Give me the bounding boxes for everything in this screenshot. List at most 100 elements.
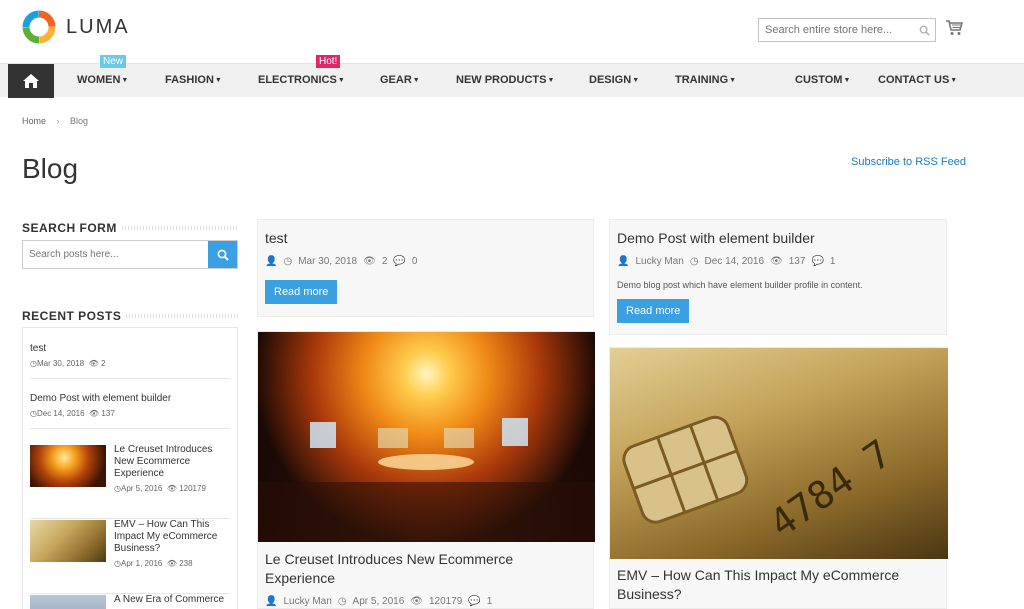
store-search-input[interactable] (759, 19, 913, 41)
post-excerpt: Demo blog post which have element builde… (617, 280, 863, 290)
nav-label: GEAR (380, 74, 412, 86)
recent-post-views: 137 (101, 409, 115, 418)
nav-item-gear[interactable]: GEAR▼ (380, 64, 420, 98)
concert-hall-illustration (258, 418, 595, 542)
nav-item-custom[interactable]: CUSTOM▼ (795, 64, 850, 98)
clock-icon: ◷ (30, 359, 37, 368)
brand-name: LUMA (66, 15, 130, 38)
eye-icon: 👁 (166, 484, 177, 493)
nav-label: CUSTOM (795, 74, 843, 86)
post-title[interactable]: Demo Post with element builder (617, 229, 939, 248)
recent-post-text: A New Era of Commerce (114, 594, 230, 606)
recent-post-meta: ◷Mar 30, 2018 👁 2 (30, 359, 230, 368)
recent-post-title[interactable]: Le Creuset Introduces New Ecommerce Expe… (114, 444, 230, 480)
post-thumbnail[interactable] (30, 595, 106, 609)
caret-down-icon: ▼ (214, 77, 222, 84)
divider (30, 378, 230, 379)
post-search (22, 240, 238, 269)
post-featured-image[interactable] (258, 332, 595, 542)
post-comments: 1 (829, 256, 836, 267)
clock-icon: ◷ (114, 484, 121, 493)
luma-logo-icon (22, 10, 56, 44)
list-item[interactable]: EMV – How Can This Impact My eCommerce B… (30, 519, 230, 594)
cart-icon[interactable] (945, 19, 963, 37)
list-item[interactable]: Le Creuset Introduces New Ecommerce Expe… (30, 444, 230, 519)
nav-item-design[interactable]: DESIGN▼ (589, 64, 639, 98)
post-card: Demo Post with element builder 👤 Lucky Ma… (609, 219, 947, 335)
logo[interactable]: LUMA (22, 10, 130, 44)
post-featured-image[interactable]: 4784 7 (610, 348, 948, 559)
list-item[interactable]: A New Era of Commerce (30, 594, 230, 609)
nav-label: FASHION (165, 74, 214, 86)
recent-post-title[interactable]: A New Era of Commerce (114, 594, 230, 606)
clock-icon: ◷ (114, 559, 121, 568)
nav-label: ELECTRONICS (258, 74, 337, 86)
recent-posts-list: test ◷Mar 30, 2018 👁 2 Demo Post with el… (22, 327, 238, 609)
post-views: 137 (788, 256, 806, 267)
nav-item-training[interactable]: TRAINING▼ (675, 64, 736, 98)
breadcrumb-home[interactable]: Home (22, 116, 46, 126)
list-item[interactable]: Demo Post with element builder ◷Dec 14, … (30, 393, 230, 429)
recent-post-date: Apr 5, 2016 (120, 484, 163, 493)
post-body: EMV – How Can This Impact My eCommerce B… (617, 566, 937, 604)
post-date: Apr 5, 2016 (352, 596, 405, 607)
post-comments: 1 (486, 596, 493, 607)
eye-icon: 👁 (363, 256, 376, 267)
recent-post-title[interactable]: EMV – How Can This Impact My eCommerce B… (114, 519, 230, 555)
page-title: Blog (22, 153, 79, 184)
nav-label: DESIGN (589, 74, 632, 86)
nav-item-fashion[interactable]: FASHION▼ (165, 64, 222, 98)
main-navigation: New WOMEN▼ FASHION▼ Hot! ELECTRONICS▼ GE… (0, 55, 1024, 98)
comment-icon: 💬 (468, 596, 481, 607)
recent-post-meta: ◷Apr 1, 2016 👁 238 (114, 559, 230, 568)
list-item[interactable]: test ◷Mar 30, 2018 👁 2 (30, 343, 230, 379)
breadcrumb-current: Blog (70, 116, 89, 126)
caret-down-icon: ▼ (843, 77, 851, 84)
post-meta: 👤 Lucky Man ◷ Dec 14, 2016 👁 137 💬 1 (617, 256, 939, 267)
caret-down-icon: ▼ (950, 77, 958, 84)
nav-item-women[interactable]: New WOMEN▼ (77, 55, 129, 98)
read-more-button[interactable]: Read more (617, 299, 690, 323)
credit-card-illustration: 4784 7 (622, 415, 899, 546)
post-thumbnail[interactable] (30, 520, 106, 562)
post-author[interactable]: Lucky Man (635, 256, 683, 267)
caret-down-icon: ▼ (121, 77, 129, 84)
heading-text: SEARCH FORM (22, 221, 117, 235)
post-title[interactable]: Le Creuset Introduces New Ecommerce Expe… (265, 550, 585, 588)
hot-badge: Hot! (316, 55, 341, 68)
comment-icon: 💬 (811, 256, 824, 267)
recent-posts-heading: RECENT POSTS (22, 309, 238, 323)
recent-post-title[interactable]: Demo Post with element builder (30, 393, 230, 405)
post-date: Mar 30, 2018 (298, 256, 358, 267)
post-thumbnail[interactable] (30, 445, 106, 487)
nav-item-electronics[interactable]: Hot! ELECTRONICS▼ (258, 55, 345, 98)
recent-post-meta: ◷Apr 5, 2016 👁 120179 (114, 484, 230, 493)
home-button[interactable] (8, 64, 54, 98)
nav-item-new-products[interactable]: NEW PRODUCTS▼ (456, 64, 554, 98)
post-search-button[interactable] (208, 241, 237, 268)
nav-label: NEW PRODUCTS (456, 74, 547, 86)
search-icon[interactable] (913, 19, 935, 41)
site-header: LUMA (0, 0, 1024, 63)
caret-down-icon: ▼ (547, 77, 555, 84)
heading-rule (121, 226, 238, 230)
post-title[interactable]: test (265, 229, 586, 248)
post-search-input[interactable] (23, 241, 208, 268)
nav-item-contact-us[interactable]: CONTACT US▼ (878, 64, 957, 98)
search-form-heading: SEARCH FORM (22, 221, 238, 235)
recent-post-title[interactable]: test (30, 343, 230, 355)
recent-post-views: 120179 (179, 484, 206, 493)
rss-link[interactable]: Subscribe to RSS Feed (851, 156, 966, 168)
clock-icon: ◷ (30, 409, 37, 418)
user-icon: 👤 (265, 596, 278, 607)
recent-post-date: Apr 1, 2016 (120, 559, 163, 568)
read-more-button[interactable]: Read more (265, 280, 338, 304)
post-author[interactable]: Lucky Man (283, 596, 331, 607)
user-icon: 👤 (617, 256, 630, 267)
heading-rule (126, 314, 238, 318)
eye-icon: 👁 (410, 596, 423, 607)
nav-label: TRAINING (675, 74, 729, 86)
comment-icon: 💬 (393, 256, 406, 267)
post-title[interactable]: EMV – How Can This Impact My eCommerce B… (617, 566, 937, 604)
search-icon (217, 249, 229, 261)
